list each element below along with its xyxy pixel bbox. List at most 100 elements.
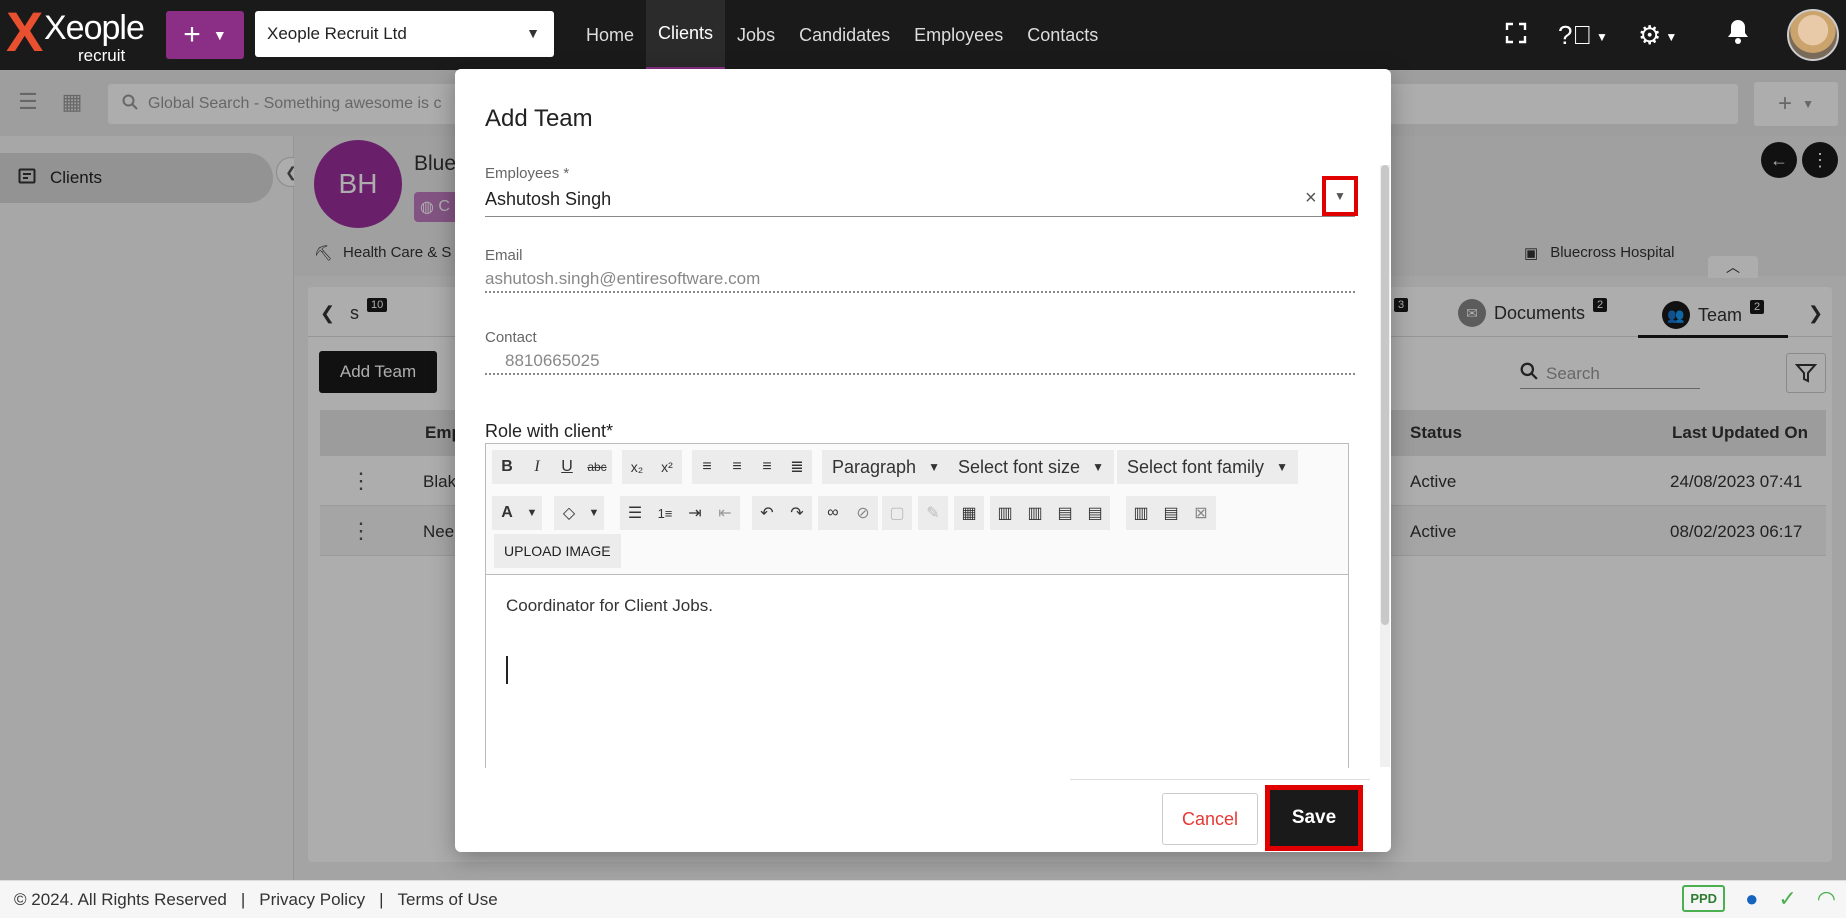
table-tools-group: ▥ ▥ ▤ ▤ bbox=[990, 496, 1110, 530]
footer-status-icons: PPD ● ✓ ◠ bbox=[1682, 885, 1836, 912]
script-group: x₂ x² bbox=[622, 450, 682, 484]
dialog-title: Add Team bbox=[485, 105, 593, 132]
chevron-down-icon: ▼ bbox=[1334, 189, 1346, 203]
insert-file-icon[interactable]: ▢ bbox=[882, 496, 912, 530]
font-size-select[interactable]: Select font size ▼ bbox=[948, 450, 1114, 484]
email-field: ashutosh.singh@entiresoftware.com bbox=[485, 263, 1355, 293]
dialog-scrollbar[interactable] bbox=[1380, 165, 1390, 767]
employees-select[interactable]: Ashutosh Singh bbox=[485, 183, 1355, 217]
redo-icon[interactable]: ↷ bbox=[782, 496, 812, 530]
align-right-icon[interactable]: ≡ bbox=[752, 450, 782, 484]
font-family-select-value: Select font family bbox=[1127, 456, 1265, 477]
insert-table-icon[interactable]: ▦ bbox=[954, 496, 984, 530]
add-team-dialog: Add Team Employees * Ashutosh Singh × ▼ … bbox=[455, 69, 1391, 852]
nav-contacts[interactable]: Contacts bbox=[1015, 0, 1110, 70]
align-left-icon[interactable]: ≡ bbox=[692, 450, 722, 484]
terms-of-use-link[interactable]: Terms of Use bbox=[398, 890, 498, 910]
delete-table-icon[interactable]: ⊠ bbox=[1186, 496, 1216, 530]
role-rich-text-editor: B I U abc x₂ x² ≡ ≡ ≡ ≣ Paragraph ▼ Selec… bbox=[485, 443, 1349, 768]
wifi-icon[interactable]: ◠ bbox=[1817, 886, 1836, 912]
nav-candidates[interactable]: Candidates bbox=[787, 0, 902, 70]
chevron-down-icon: ▼ bbox=[928, 460, 940, 474]
clear-format-group: ✎ bbox=[918, 496, 948, 530]
chevron-down-icon: ▼ bbox=[212, 27, 227, 43]
background-color-icon: ◇ bbox=[562, 505, 576, 522]
font-family-select[interactable]: Select font family ▼ bbox=[1117, 450, 1298, 484]
align-center-icon[interactable]: ≡ bbox=[722, 450, 752, 484]
italic-icon[interactable]: I bbox=[522, 450, 552, 484]
undo-icon[interactable]: ↶ bbox=[752, 496, 782, 530]
save-button[interactable]: Save bbox=[1265, 785, 1363, 851]
chevron-down-icon: ▼ bbox=[1595, 30, 1608, 45]
font-color-group[interactable]: A ▼ bbox=[492, 496, 542, 530]
nav-clients[interactable]: Clients bbox=[646, 0, 726, 70]
chevron-down-icon: ▼ bbox=[1092, 460, 1104, 474]
bullet-list-icon[interactable]: ☰ bbox=[620, 496, 650, 530]
bg-color-group[interactable]: ◇ ▼ bbox=[554, 496, 604, 530]
logo-x-mark: X bbox=[6, 0, 44, 63]
logo-name: Xeople bbox=[44, 9, 145, 47]
indent-icon[interactable]: ⇥ bbox=[680, 496, 710, 530]
footer: © 2024. All Rights Reserved | Privacy Po… bbox=[0, 880, 1846, 918]
quick-add-button[interactable]: + ▼ bbox=[166, 11, 244, 59]
nav-jobs[interactable]: Jobs bbox=[725, 0, 787, 70]
insert-row-below-icon[interactable]: ▤ bbox=[1080, 496, 1110, 530]
chevron-down-icon: ▼ bbox=[1665, 30, 1678, 45]
fullscreen-icon[interactable] bbox=[1505, 18, 1527, 52]
user-avatar[interactable] bbox=[1787, 9, 1839, 61]
nav-home[interactable]: Home bbox=[574, 0, 646, 70]
subscript-icon[interactable]: x₂ bbox=[622, 450, 652, 484]
clear-format-icon[interactable]: ✎ bbox=[918, 496, 948, 530]
upload-image-button[interactable]: UPLOAD IMAGE bbox=[494, 534, 621, 568]
chevron-down-icon: ▼ bbox=[526, 25, 540, 41]
superscript-icon[interactable]: x² bbox=[652, 450, 682, 484]
help-icon: ?⃝ bbox=[1558, 20, 1592, 50]
ppd-badge[interactable]: PPD bbox=[1682, 885, 1726, 912]
delete-column-icon[interactable]: ▥ bbox=[1126, 496, 1156, 530]
clear-icon[interactable]: × bbox=[1305, 187, 1317, 210]
paragraph-select-value: Paragraph bbox=[832, 456, 917, 477]
editor-content-area[interactable]: Coordinator for Client Jobs. bbox=[486, 576, 1348, 768]
dialog-footer-divider bbox=[1070, 779, 1370, 780]
gear-icon: ⚙ bbox=[1638, 20, 1662, 50]
insert-column-left-icon[interactable]: ▥ bbox=[990, 496, 1020, 530]
nav-employees[interactable]: Employees bbox=[902, 0, 1015, 70]
footer-separator: | bbox=[240, 889, 246, 909]
settings-menu[interactable]: ⚙ ▼ bbox=[1638, 18, 1677, 54]
scrollbar-thumb[interactable] bbox=[1381, 165, 1389, 625]
copyright-text: © 2024. All Rights Reserved bbox=[14, 889, 227, 909]
align-justify-icon[interactable]: ≣ bbox=[782, 450, 812, 484]
account-icon[interactable]: ● bbox=[1745, 886, 1758, 912]
email-label: Email bbox=[485, 247, 523, 264]
strikethrough-icon[interactable]: abc bbox=[582, 450, 612, 484]
employees-dropdown-button[interactable]: ▼ bbox=[1322, 176, 1358, 216]
unlink-icon[interactable]: ⊘ bbox=[848, 496, 878, 530]
bell-icon[interactable] bbox=[1726, 18, 1750, 52]
outdent-icon[interactable]: ⇤ bbox=[710, 496, 740, 530]
cancel-button[interactable]: Cancel bbox=[1162, 793, 1258, 845]
numbered-list-icon[interactable]: 1≡ bbox=[650, 496, 680, 530]
list-group: ☰ 1≡ ⇥ ⇤ bbox=[620, 496, 740, 530]
help-menu[interactable]: ?⃝ ▼ bbox=[1558, 18, 1608, 54]
table-insert-group: ▦ bbox=[954, 496, 984, 530]
plus-icon: + bbox=[183, 18, 201, 51]
font-size-select-value: Select font size bbox=[958, 456, 1081, 477]
table-edit-group: ▥ ▤ ⊠ bbox=[1126, 496, 1216, 530]
top-navigation-bar: X Xeople recruit + ▼ Xeople Recruit Ltd … bbox=[0, 0, 1846, 70]
check-circle-icon[interactable]: ✓ bbox=[1778, 886, 1796, 912]
company-select-value: Xeople Recruit Ltd bbox=[267, 24, 407, 43]
contact-label: Contact bbox=[485, 329, 537, 346]
text-caret bbox=[506, 656, 508, 684]
delete-row-icon[interactable]: ▤ bbox=[1156, 496, 1186, 530]
privacy-policy-link[interactable]: Privacy Policy bbox=[259, 890, 365, 910]
underline-icon[interactable]: U bbox=[552, 450, 582, 484]
bold-icon[interactable]: B bbox=[492, 450, 522, 484]
company-select[interactable]: Xeople Recruit Ltd ▼ bbox=[255, 11, 554, 57]
paragraph-select[interactable]: Paragraph ▼ bbox=[822, 450, 950, 484]
link-icon[interactable]: ∞ bbox=[818, 496, 848, 530]
xeople-logo[interactable]: X Xeople recruit bbox=[4, 0, 145, 68]
insert-row-above-icon[interactable]: ▤ bbox=[1050, 496, 1080, 530]
insert-column-right-icon[interactable]: ▥ bbox=[1020, 496, 1050, 530]
main-nav: Home Clients Jobs Candidates Employees C… bbox=[574, 0, 1110, 70]
history-group: ↶ ↷ bbox=[752, 496, 812, 530]
